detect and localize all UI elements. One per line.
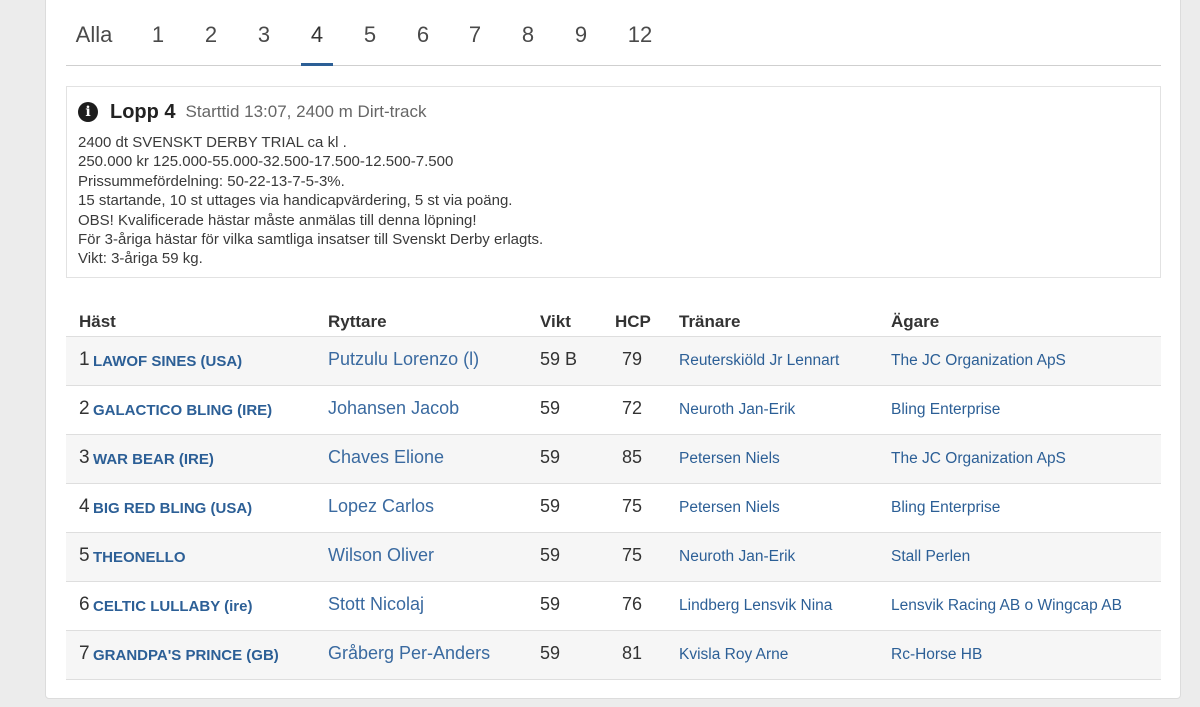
column-header-horse: Häst [79,312,116,331]
trainer-link[interactable]: Petersen Niels [679,450,780,468]
owner-link[interactable]: The JC Organization ApS [891,352,1066,370]
hcp-value: 75 [622,545,643,565]
horse-link[interactable]: CELTIC LULLABY (ire) [93,598,252,615]
table-row: 4 BIG RED BLING (USA) Lopez Carlos 59 75… [66,483,1161,532]
hcp-value: 81 [622,643,643,663]
tab-race-7[interactable]: 7 [462,22,488,66]
description-line: Prissummefördelning: 50-22-13-7-5-3%. [78,172,345,190]
rider-link[interactable]: Johansen Jacob [328,398,459,419]
tab-race-4[interactable]: 4 [301,22,333,66]
horse-link[interactable]: THEONELLO [93,549,186,566]
table-row: 3 WAR BEAR (IRE) Chaves Elione 59 85 Pet… [66,434,1161,483]
trainer-link[interactable]: Petersen Niels [679,499,780,517]
weight-value: 59 [540,643,561,663]
weight-value: 59 [540,496,561,516]
rider-link[interactable]: Stott Nicolaj [328,594,424,615]
hcp-value: 85 [622,447,643,467]
race-info-box: i Lopp 4 Starttid 13:07, 2400 m Dirt-tra… [66,86,1161,278]
owner-link[interactable]: Stall Perlen [891,548,970,566]
rider-link[interactable]: Gråberg Per-Anders [328,643,490,664]
horse-link[interactable]: WAR BEAR (IRE) [93,451,214,468]
column-header-hcp: HCP [615,312,651,331]
start-number: 3 [79,447,90,468]
tab-race-6[interactable]: 6 [410,22,436,66]
description-line: OBS! Kvalificerade hästar måste anmälas … [78,211,477,229]
race-description: 2400 dt SVENSKT DERBY TRIAL ca kl . 250.… [78,133,543,269]
description-line: 2400 dt SVENSKT DERBY TRIAL ca kl . [78,134,347,151]
start-number: 6 [79,594,90,615]
table-row: 5 THEONELLO Wilson Oliver 59 75 Neuroth … [66,532,1161,581]
start-number: 1 [79,349,90,370]
starters-table: Häst Ryttare Vikt HCP Tränare Ägare 1 LA… [66,308,1161,680]
table-row: 7 GRANDPA'S PRINCE (GB) Gråberg Per-Ande… [66,630,1161,680]
owner-link[interactable]: Bling Enterprise [891,499,1000,517]
tab-alla[interactable]: Alla [66,22,122,66]
table-row: 6 CELTIC LULLABY (ire) Stott Nicolaj 59 … [66,581,1161,630]
column-header-trainer: Tränare [679,312,741,331]
rider-link[interactable]: Lopez Carlos [328,496,434,517]
race-tabs: Alla 1 2 3 4 5 6 7 8 9 12 [66,0,1161,66]
hcp-value: 75 [622,496,643,516]
race-title: Lopp 4 [110,100,176,123]
hcp-value: 72 [622,398,643,418]
weight-value: 59 [540,545,561,565]
weight-value: 59 B [540,349,578,369]
owner-link[interactable]: Lensvik Racing AB o Wingcap AB [891,597,1122,615]
owner-link[interactable]: Bling Enterprise [891,401,1000,419]
start-number: 7 [79,643,90,664]
start-number: 2 [79,398,90,419]
horse-link[interactable]: BIG RED BLING (USA) [93,500,252,517]
horse-link[interactable]: GALACTICO BLING (IRE) [93,402,272,419]
trainer-link[interactable]: Kvisla Roy Arne [679,646,788,664]
table-row: 1 LAWOF SINES (USA) Putzulu Lorenzo (l) … [66,336,1161,385]
description-line: Vikt: 3-åriga 59 kg. [78,250,203,268]
start-number: 5 [79,545,90,566]
tab-race-1[interactable]: 1 [145,22,171,66]
weight-value: 59 [540,594,561,614]
description-line: För 3-åriga hästar för vilka samtliga in… [78,231,544,249]
horse-link[interactable]: LAWOF SINES (USA) [93,353,242,370]
table-header: Häst Ryttare Vikt HCP Tränare Ägare [66,308,1161,336]
column-header-weight: Vikt [540,312,571,331]
column-header-owner: Ägare [891,312,940,331]
trainer-link[interactable]: Reuterskiöld Jr Lennart [679,352,839,370]
owner-link[interactable]: The JC Organization ApS [891,450,1066,468]
race-header: i Lopp 4 Starttid 13:07, 2400 m Dirt-tra… [78,99,426,125]
info-circle-icon: i [78,102,98,122]
tab-race-8[interactable]: 8 [515,22,541,66]
tab-race-5[interactable]: 5 [357,22,383,66]
rider-link[interactable]: Chaves Elione [328,447,444,468]
owner-link[interactable]: Rc-Horse HB [891,646,982,664]
rider-link[interactable]: Wilson Oliver [328,545,434,566]
weight-value: 59 [540,398,561,418]
tab-race-3[interactable]: 3 [251,22,277,66]
horse-link[interactable]: GRANDPA'S PRINCE (GB) [93,647,279,664]
description-line: 250.000 kr 125.000-55.000-32.500-17.500-… [78,153,454,171]
hcp-value: 79 [622,349,643,369]
weight-value: 59 [540,447,561,467]
tab-race-12[interactable]: 12 [624,22,656,66]
hcp-value: 76 [622,594,643,614]
column-header-rider: Ryttare [328,312,387,331]
table-row: 2 GALACTICO BLING (IRE) Johansen Jacob 5… [66,385,1161,434]
tab-race-2[interactable]: 2 [198,22,224,66]
trainer-link[interactable]: Lindberg Lensvik Nina [679,597,832,615]
rider-link[interactable]: Putzulu Lorenzo (l) [328,349,479,370]
trainer-link[interactable]: Neuroth Jan-Erik [679,548,795,566]
race-start-info: Starttid 13:07, 2400 m Dirt-track [185,102,427,121]
start-number: 4 [79,496,90,517]
tab-race-9[interactable]: 9 [568,22,594,66]
description-line: 15 startande, 10 st uttages via handicap… [78,192,513,210]
trainer-link[interactable]: Neuroth Jan-Erik [679,401,795,419]
